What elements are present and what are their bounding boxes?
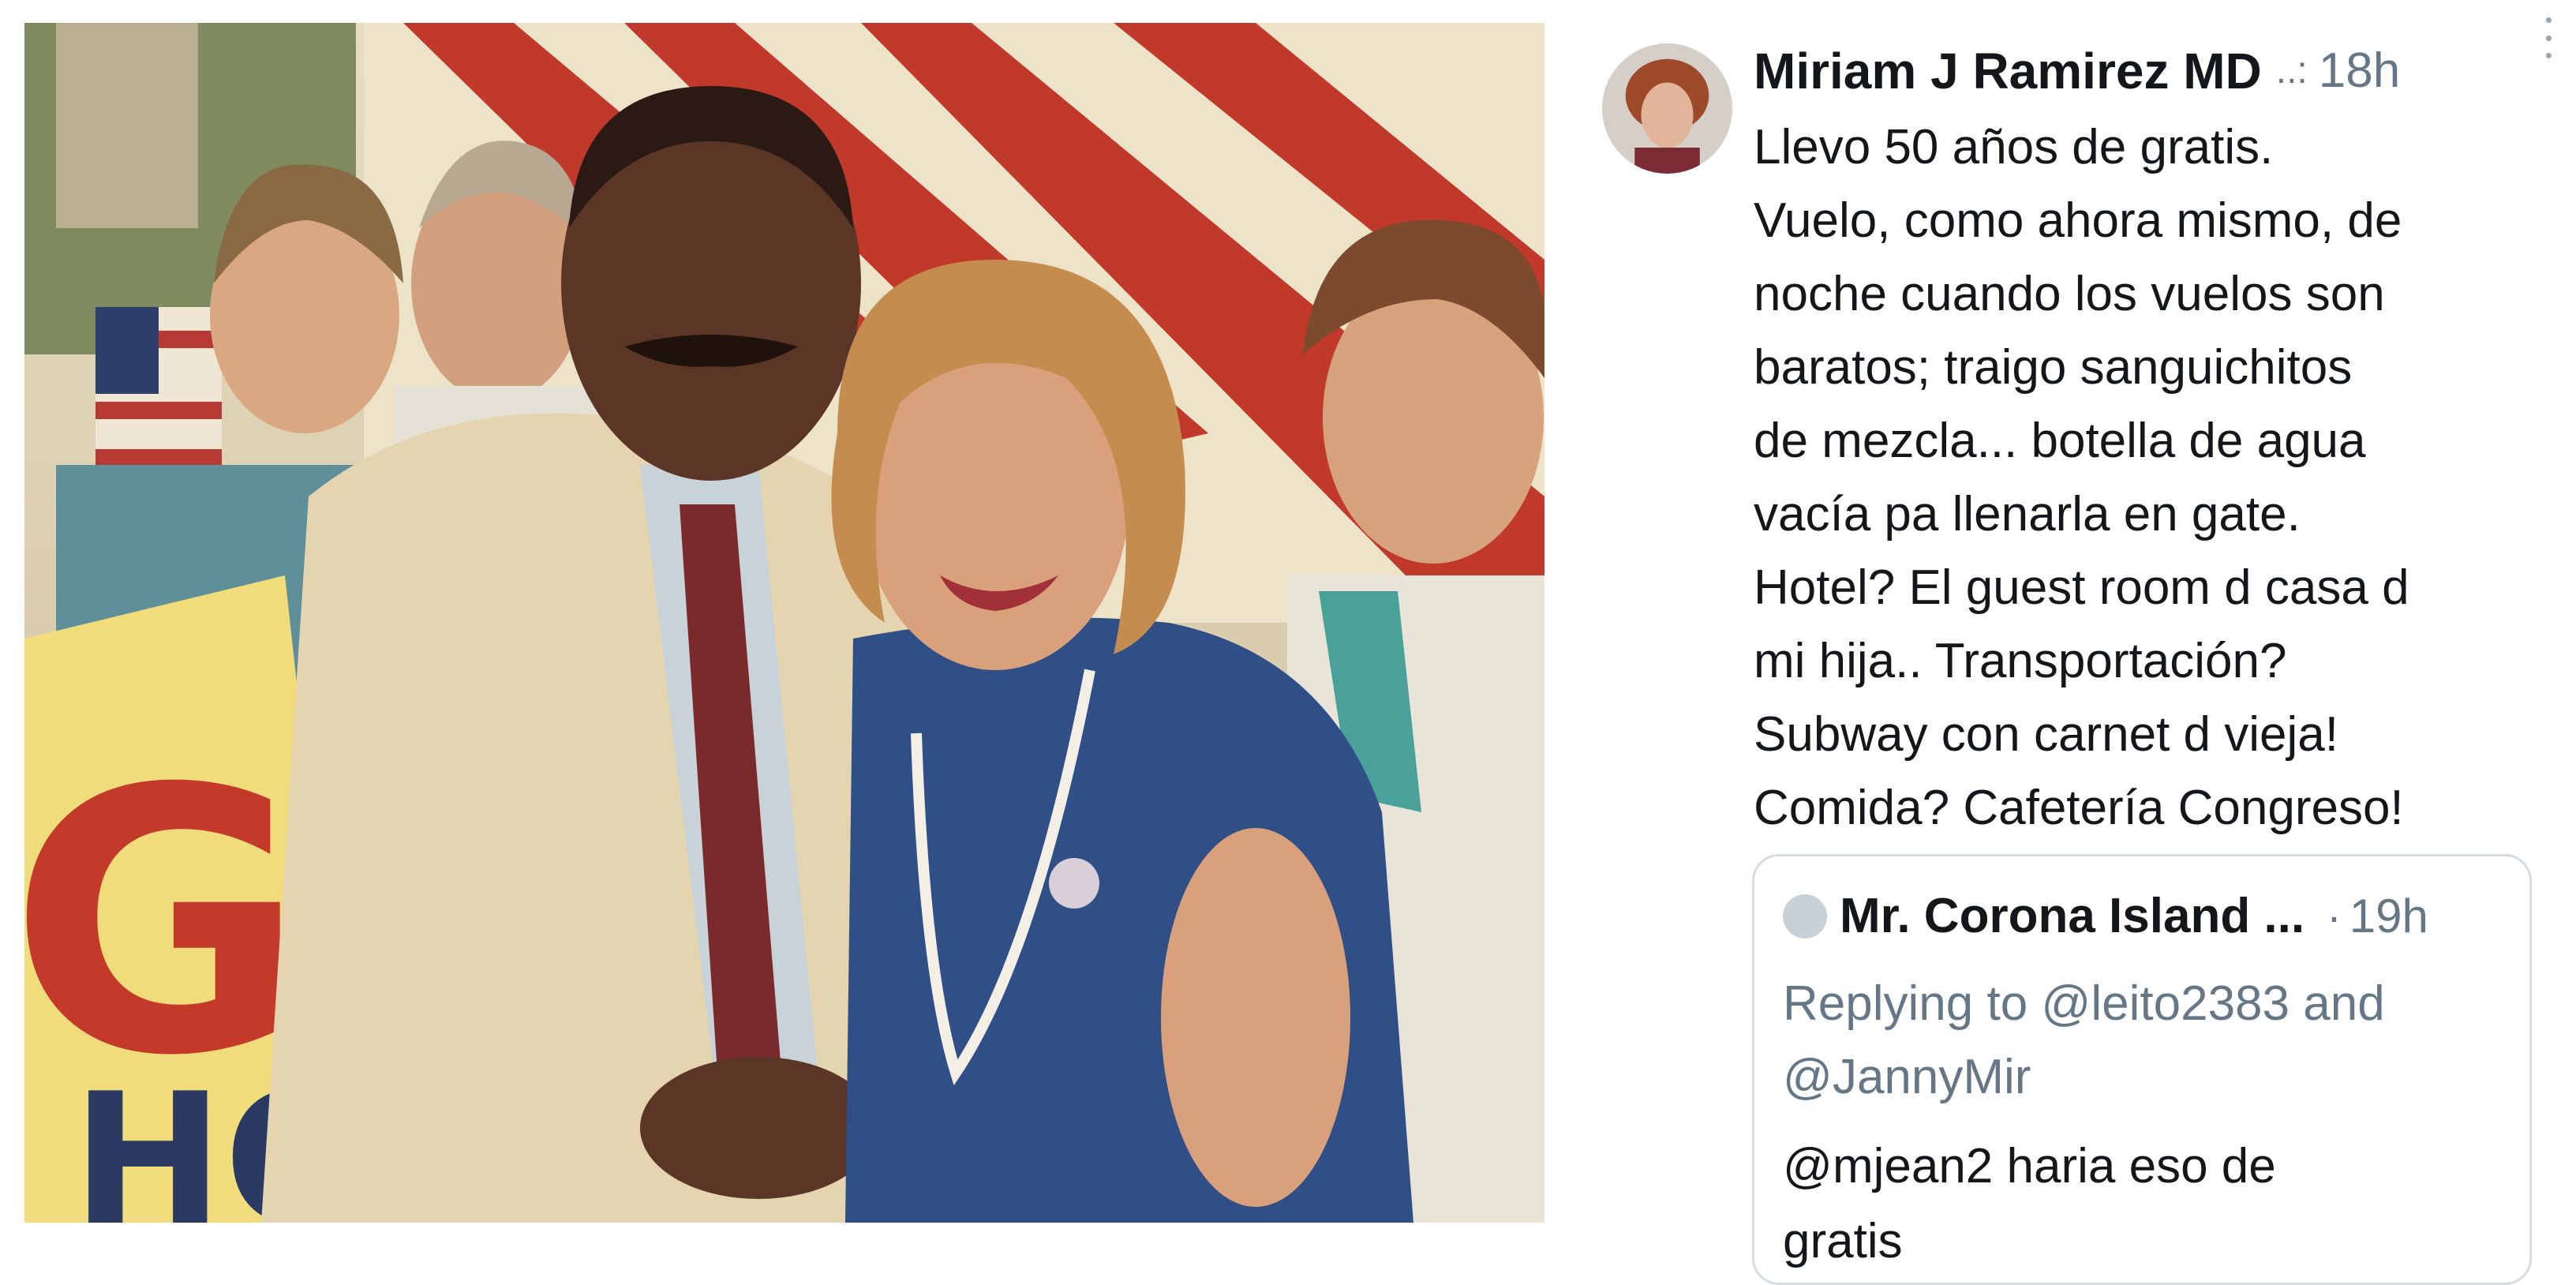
avatar-image [1602, 43, 1732, 174]
quoted-author-avatar [1783, 894, 1827, 938]
replying-to-line: @JannyMir [1783, 1050, 2031, 1104]
photo-illustration: G HOY [24, 23, 1544, 1223]
tweet-line: Vuelo, como ahora mismo, de [1754, 193, 2402, 248]
vintage-photo: G HOY [24, 23, 1544, 1223]
tweet-time[interactable]: 18h [2319, 43, 2400, 99]
replying-to: Replying to @leito2383 and @JannyMir [1783, 967, 2525, 1114]
author-name[interactable]: Miriam J Ramirez MD [1754, 42, 2262, 100]
tweet-line: Hotel? El guest room d casa d [1754, 560, 2409, 615]
tweet: Miriam J Ramirez MD ..: 18h Llevo 50 año… [1578, 0, 2576, 1285]
replying-to-line: Replying to @leito2383 and [1783, 976, 2385, 1031]
quoted-line: gratis [1783, 1214, 1903, 1268]
quoted-line: @mjean2 haria eso de [1783, 1139, 2276, 1193]
tweet-line: mi hija.. Transportación? [1754, 634, 2287, 688]
vertical-ellipsis-icon[interactable] [2537, 17, 2560, 58]
tweet-line: vacía pa llenarla en gate. [1754, 487, 2301, 541]
quoted-tweet-text: @mjean2 haria eso de gratis [1783, 1129, 2525, 1279]
tweet-line: Subway con carnet d vieja! [1754, 707, 2338, 762]
tweet-line: Comida? Cafetería Congreso! [1754, 781, 2404, 835]
author-avatar[interactable] [1602, 43, 1732, 174]
name-truncation: ..: [2275, 50, 2308, 92]
tweet-line: Llevo 50 años de gratis. [1754, 120, 2274, 174]
separator-dot: · [2327, 891, 2342, 941]
tweet-line: baratos; traigo sanguichitos [1754, 340, 2353, 395]
quoted-tweet-time: 19h [2349, 890, 2428, 942]
tweet-line: de mezcla... botella de agua [1754, 414, 2366, 468]
quoted-tweet-card[interactable]: Mr. Corona Island ... · 19h Replying to … [1752, 854, 2532, 1285]
tweet-line: noche cuando los vuelos son [1754, 267, 2385, 321]
tweet-text: Llevo 50 años de gratis. Vuelo, como aho… [1754, 111, 2574, 845]
tweet-header: Miriam J Ramirez MD ..: 18h [1754, 33, 2567, 108]
small-flag [95, 307, 222, 489]
quoted-tweet-header: Mr. Corona Island ... · 19h [1783, 888, 2428, 944]
quoted-author-name: Mr. Corona Island ... [1840, 889, 2305, 943]
